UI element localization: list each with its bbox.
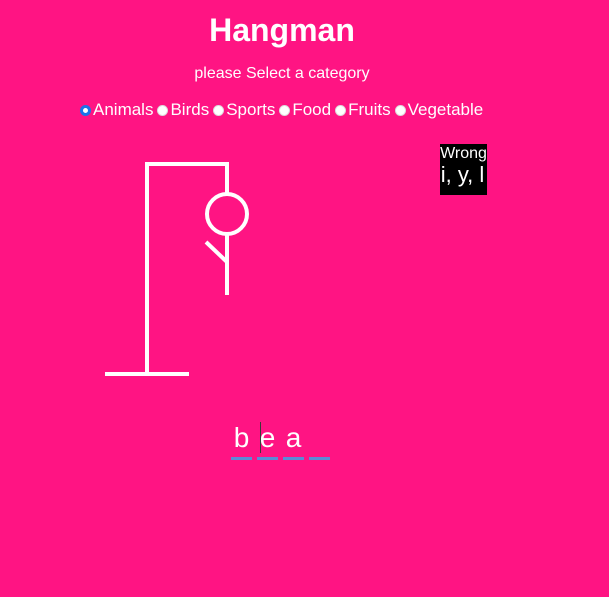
wrong-label: Wrong [440,145,487,162]
letter-slot-underline [283,457,304,460]
letter-slot: b [231,420,252,460]
wrong-guesses-panel: Wrong i, y, l [440,144,487,195]
letter-slot-underline [231,457,252,460]
letter-slot-char: b [233,422,250,453]
wrong-letters: i, y, l [440,162,485,187]
hangman-drawing [105,162,249,376]
letter-slot [309,420,330,460]
letter-slot-char [309,420,330,456]
letter-slot-underline [257,457,278,460]
text-cursor [260,422,261,453]
hangman-head [205,192,249,236]
letter-slot-char: a [285,422,302,453]
letter-slot-underline [309,457,330,460]
hangman-left-arm [204,240,229,264]
letter-slot: a [283,420,304,460]
word-display: b e a [231,420,335,460]
